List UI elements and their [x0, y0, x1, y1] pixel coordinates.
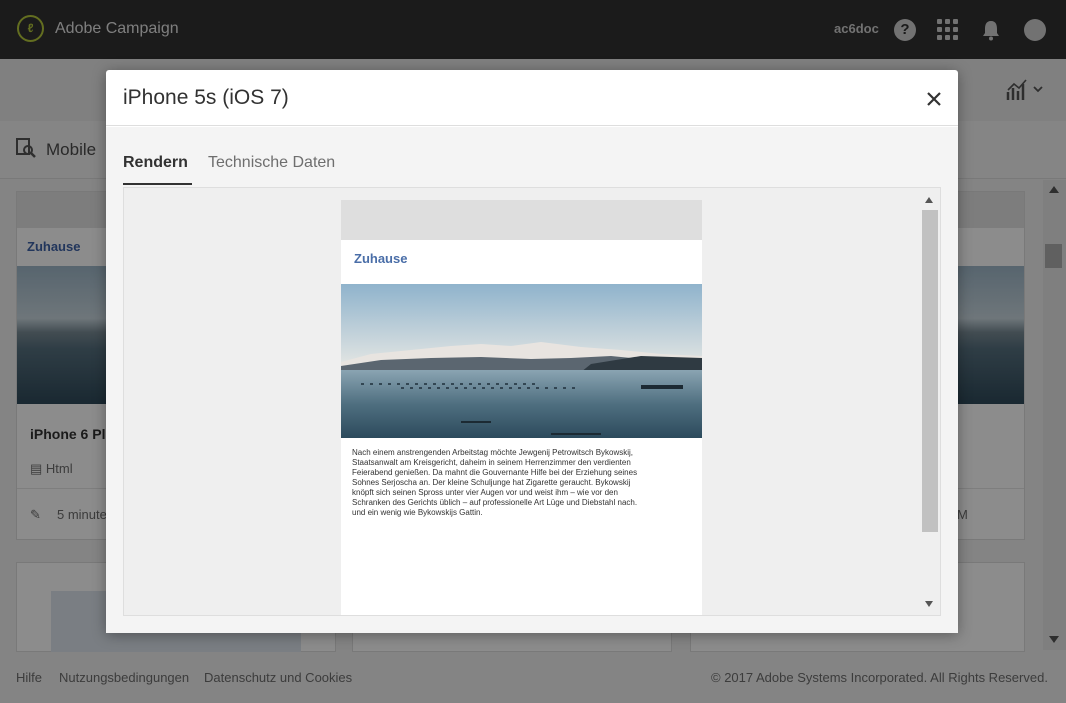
render-preview-pane[interactable]: Zuhause Nach einem anstrengenden Arbeits…: [123, 187, 941, 616]
dialog-body: Rendern Technische Daten Zuhause Nach ei…: [106, 127, 958, 633]
dialog-title: iPhone 5s (iOS 7): [123, 86, 289, 109]
scroll-down-icon[interactable]: [925, 601, 933, 607]
tab-rendern[interactable]: Rendern: [123, 154, 188, 172]
scrollbar-thumb[interactable]: [922, 210, 938, 532]
email-heading[interactable]: Zuhause: [354, 251, 407, 266]
email-hero-image: [341, 284, 702, 438]
tab-technische-daten[interactable]: Technische Daten: [208, 154, 335, 172]
dialog-header: iPhone 5s (iOS 7): [106, 70, 958, 126]
email-render: Zuhause Nach einem anstrengenden Arbeits…: [341, 200, 702, 615]
device-preview-dialog: iPhone 5s (iOS 7) Rendern Technische Dat…: [106, 70, 958, 633]
close-icon[interactable]: [923, 88, 945, 110]
email-body-text: Nach einem anstrengenden Arbeitstag möch…: [352, 448, 638, 517]
active-tab-indicator: [123, 183, 192, 185]
email-header-bar: [341, 200, 702, 240]
preview-scrollbar[interactable]: [921, 194, 939, 611]
scroll-up-icon[interactable]: [925, 197, 933, 203]
